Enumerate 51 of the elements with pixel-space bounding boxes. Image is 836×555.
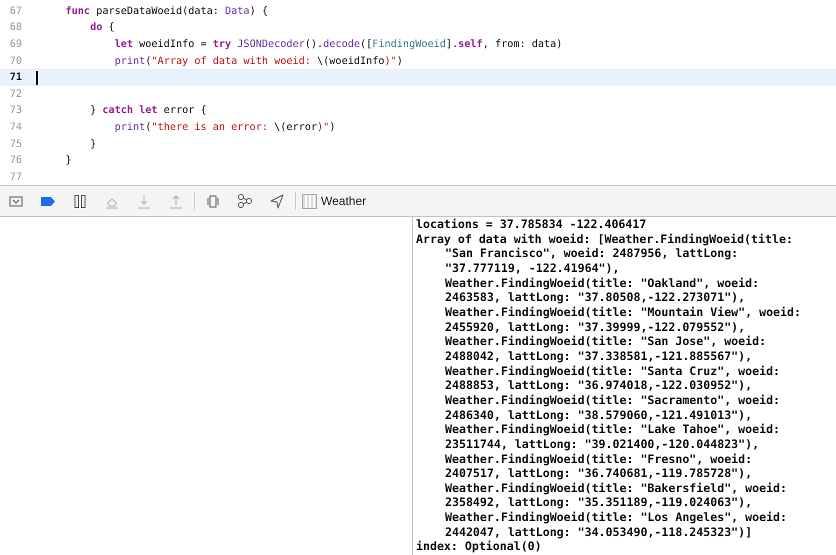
console-output-line: 2358492, lattLong: "35.351189,-119.024063"), <box>444 495 754 510</box>
app-icon <box>302 194 317 208</box>
console-output-line: 2442047, lattLong: "34.053490,-118.245323")] <box>444 524 754 540</box>
code-line: } <box>89 138 96 152</box>
line-number: 75 <box>8 138 22 150</box>
code-line: } catch let error { <box>89 104 207 118</box>
line-number: 72 <box>8 88 22 100</box>
console-output-line: Array of data with woeid: [Weather.FindingWoeid(title: <box>416 232 794 246</box>
console-output-line: Weather.FindingWoeid(title: "Santa Cruz", woeid: <box>444 364 782 378</box>
text-cursor <box>36 70 38 85</box>
console-output-line: locations = 37.785834 -122.406417 <box>416 217 648 232</box>
line-number: 74 <box>8 122 22 133</box>
pause-icon <box>72 192 88 210</box>
console-output-line: Weather.FindingWoeid(title: "Mountain View", woeid: <box>444 304 802 320</box>
console-output-line: 23511744, lattLong: "39.021400,-120.044823"), <box>444 436 760 452</box>
console-output-line: 2488853, lattLong: "36.974018,-122.030952"), <box>444 378 754 393</box>
console-output-line: Weather.FindingWoeid(title: "Lake Tahoe", woeid: <box>444 422 782 437</box>
line-number: 68 <box>8 22 22 34</box>
line-number: 70 <box>8 56 22 67</box>
console-output-line: Weather.FindingWoeid(title: "San Jose", woeid: <box>444 334 768 349</box>
line-number: 76 <box>8 155 22 166</box>
console-output-line: "San Francisco", woeid: 2487956, lattLong: <box>444 246 740 261</box>
code-line: print("there is an error: \(error)") <box>114 120 336 135</box>
code-line: func parseDataWoeid(data: Data) { <box>64 4 268 19</box>
code-line: let woeidInfo = try JSONDecoder().decode([FindingWoeid].self, from: data) <box>114 38 562 52</box>
scheme-selector[interactable]: Weather <box>298 190 370 212</box>
location-arrow-icon <box>269 192 285 210</box>
step-into-icon <box>136 192 152 210</box>
step-out-icon <box>168 192 184 210</box>
console-output-line: 2486340, lattLong: "38.579060,-121.491013"), <box>444 408 754 422</box>
console-output-line: Weather.FindingWoeid(title: "Sacramento", woeid: <box>444 392 782 408</box>
layers-icon <box>205 192 221 210</box>
line-number: 77 <box>8 172 22 183</box>
line-number: 67 <box>8 6 22 17</box>
console-output-line: 2488042, lattLong: "37.338581,-121.885567"), <box>444 348 754 364</box>
code-line: } <box>64 154 72 168</box>
console-output-line: "37.777119, -122.41964"), <box>444 260 621 276</box>
nodes-icon <box>237 192 253 210</box>
console-output-line: Weather.FindingWoeid(title: "Los Angeles", woeid: <box>444 510 788 525</box>
console-output-line: 2407517, lattLong: "36.740681,-119.785728"), <box>444 466 754 481</box>
console-output-line: Weather.FindingWoeid(title: "Bakersfield", woeid: <box>444 480 788 496</box>
console-output-line: Weather.FindingWoeid(title: "Oakland", woeid: <box>444 276 760 290</box>
console-output-line: Weather.FindingWoeid(title: "Fresno", woeid: <box>444 452 754 466</box>
console-output-line: index: Optional(0) <box>416 539 543 554</box>
code-line: do { <box>89 21 115 36</box>
code-line: print("Array of data with woeid: \(woeidInfo)") <box>114 54 403 69</box>
line-number: 69 <box>8 38 22 50</box>
console-output-line: 2455920, lattLong: "37.39999,-122.079552"), <box>444 320 746 334</box>
line-number: 71 <box>8 72 22 84</box>
line-number: 73 <box>8 105 22 116</box>
console-output-line: 2463583, lattLong: "37.80508,-122.273071"), <box>444 290 746 305</box>
